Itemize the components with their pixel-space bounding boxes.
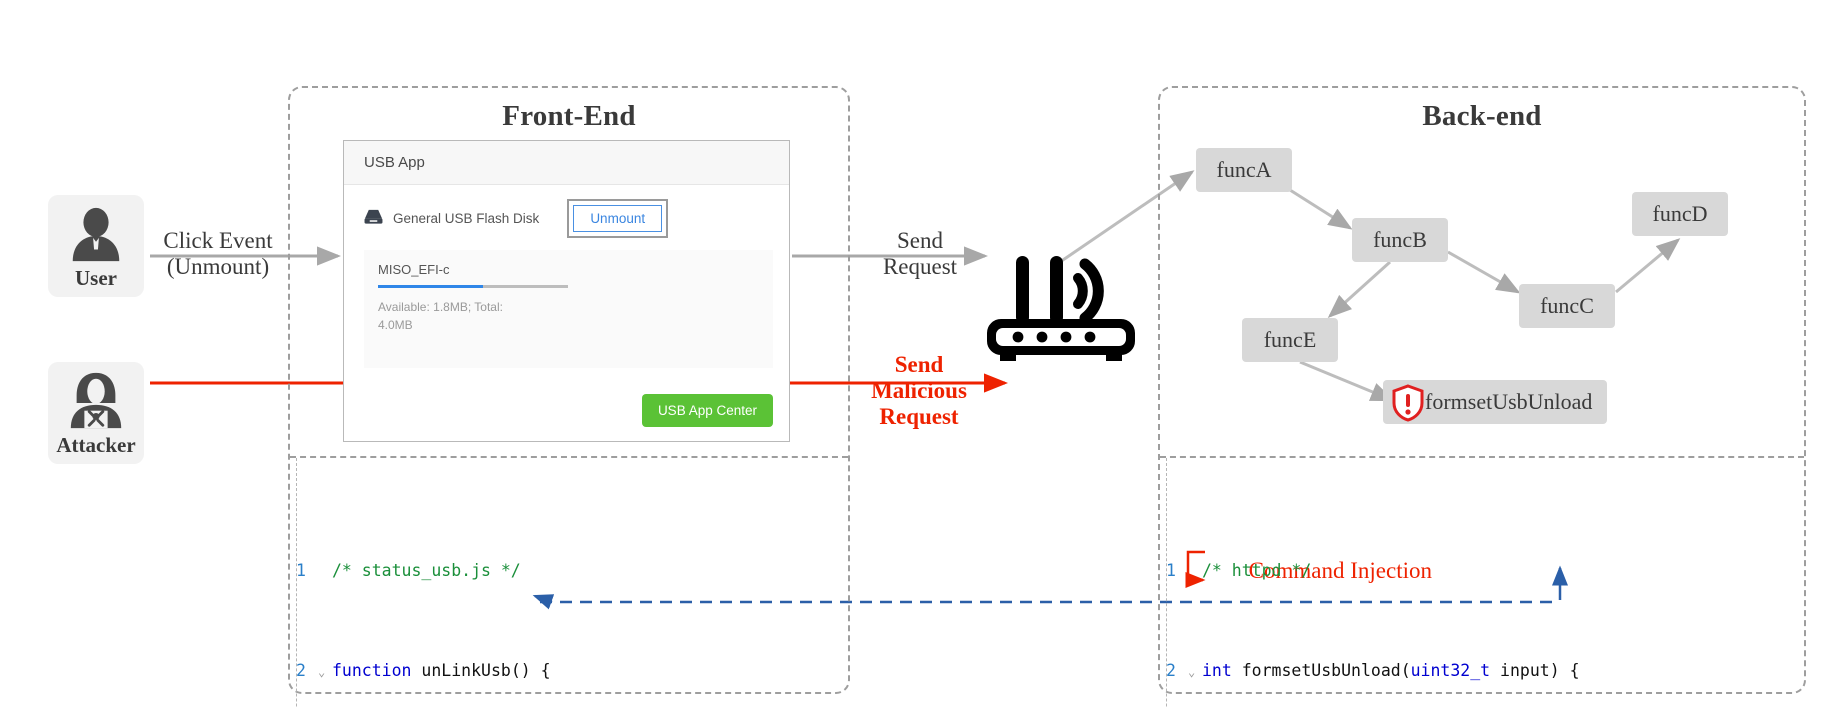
usb-usage-bar-fill bbox=[378, 285, 483, 288]
node-label: funcD bbox=[1652, 201, 1708, 226]
node-label: formsetUsbUnload bbox=[1425, 389, 1593, 414]
line-number: 2 bbox=[296, 661, 306, 680]
code-line: 1/* httpd */ bbox=[1166, 558, 1780, 583]
usb-app-window: USB App General USB Flash Disk Unmount M… bbox=[343, 140, 790, 442]
call-graph-node-funcC: funcC bbox=[1519, 284, 1615, 328]
wifi-router-icon bbox=[982, 240, 1142, 370]
call-graph-node-formsetUsbUnload: formsetUsbUnload bbox=[1383, 380, 1607, 424]
fold-marker[interactable]: ⌄ bbox=[318, 660, 332, 685]
usb-capacity-text: Available: 1.8MB; Total: 4.0MB bbox=[378, 300, 503, 332]
actor-user-label: User bbox=[75, 266, 117, 290]
disk-icon bbox=[364, 208, 383, 230]
call-graph-node-funcE: funcE bbox=[1242, 318, 1338, 362]
unmount-button[interactable]: Unmount bbox=[573, 205, 663, 232]
node-label: funcC bbox=[1540, 293, 1594, 318]
frontend-code-block: 1/* status_usb.js */ 2 ⌄ function unLinkUs… bbox=[296, 458, 811, 708]
line-number: 1 bbox=[1166, 561, 1176, 580]
usb-app-center-button[interactable]: USB App Center bbox=[641, 394, 773, 427]
usb-device-name: General USB Flash Disk bbox=[393, 211, 540, 226]
actor-user: User bbox=[48, 195, 144, 297]
actor-attacker: Attacker bbox=[48, 362, 144, 464]
node-label: funcB bbox=[1373, 227, 1427, 252]
backend-code-block: 1/* httpd */ 2 ⌄ int formsetUsbUnload(uint… bbox=[1166, 458, 1780, 708]
flow-label-send-request: Send Request bbox=[882, 228, 958, 279]
call-graph-node-funcD: funcD bbox=[1632, 192, 1728, 236]
usb-volume-card: MISO_EFI-c Available: 1.8MB; Total: 4.0M… bbox=[364, 250, 773, 368]
usb-device-row: General USB Flash Disk Unmount bbox=[344, 185, 789, 244]
node-label: funcE bbox=[1263, 327, 1317, 352]
frontend-panel-title: Front-End bbox=[502, 100, 636, 132]
hacker-icon bbox=[48, 370, 144, 432]
usb-app-titlebar: USB App bbox=[344, 141, 789, 185]
line-number: 1 bbox=[296, 561, 306, 580]
code-line: 2 ⌄ function unLinkUsb() { bbox=[296, 658, 811, 683]
call-graph-node-funcB: funcB bbox=[1352, 218, 1448, 262]
usb-app-title: USB App bbox=[364, 154, 425, 171]
call-graph-node-funcA: funcA bbox=[1196, 148, 1292, 192]
actor-attacker-label: Attacker bbox=[56, 433, 136, 457]
code-line: 2 ⌄ int formsetUsbUnload(uint32_t input) { bbox=[1166, 658, 1780, 683]
flow-label-click-event: Click Event (Unmount) bbox=[163, 228, 273, 279]
usb-volume-name: MISO_EFI-c bbox=[378, 262, 450, 277]
flow-label-send-malicious-request: Send Malicious Request bbox=[871, 352, 967, 429]
code-line: 1/* status_usb.js */ bbox=[296, 558, 811, 583]
backend-panel-title: Back-end bbox=[1422, 100, 1542, 132]
warning-shield-icon bbox=[1391, 384, 1425, 428]
node-label: funcA bbox=[1216, 157, 1272, 182]
fold-marker[interactable]: ⌄ bbox=[1188, 660, 1202, 685]
user-icon bbox=[48, 203, 144, 265]
unmount-button-focus-ring: Unmount bbox=[567, 199, 669, 238]
line-number: 2 bbox=[1166, 661, 1176, 680]
usb-usage-bar bbox=[378, 285, 568, 288]
diagram-canvas: Front-End Back-end User Attacker Click E… bbox=[0, 0, 1836, 708]
